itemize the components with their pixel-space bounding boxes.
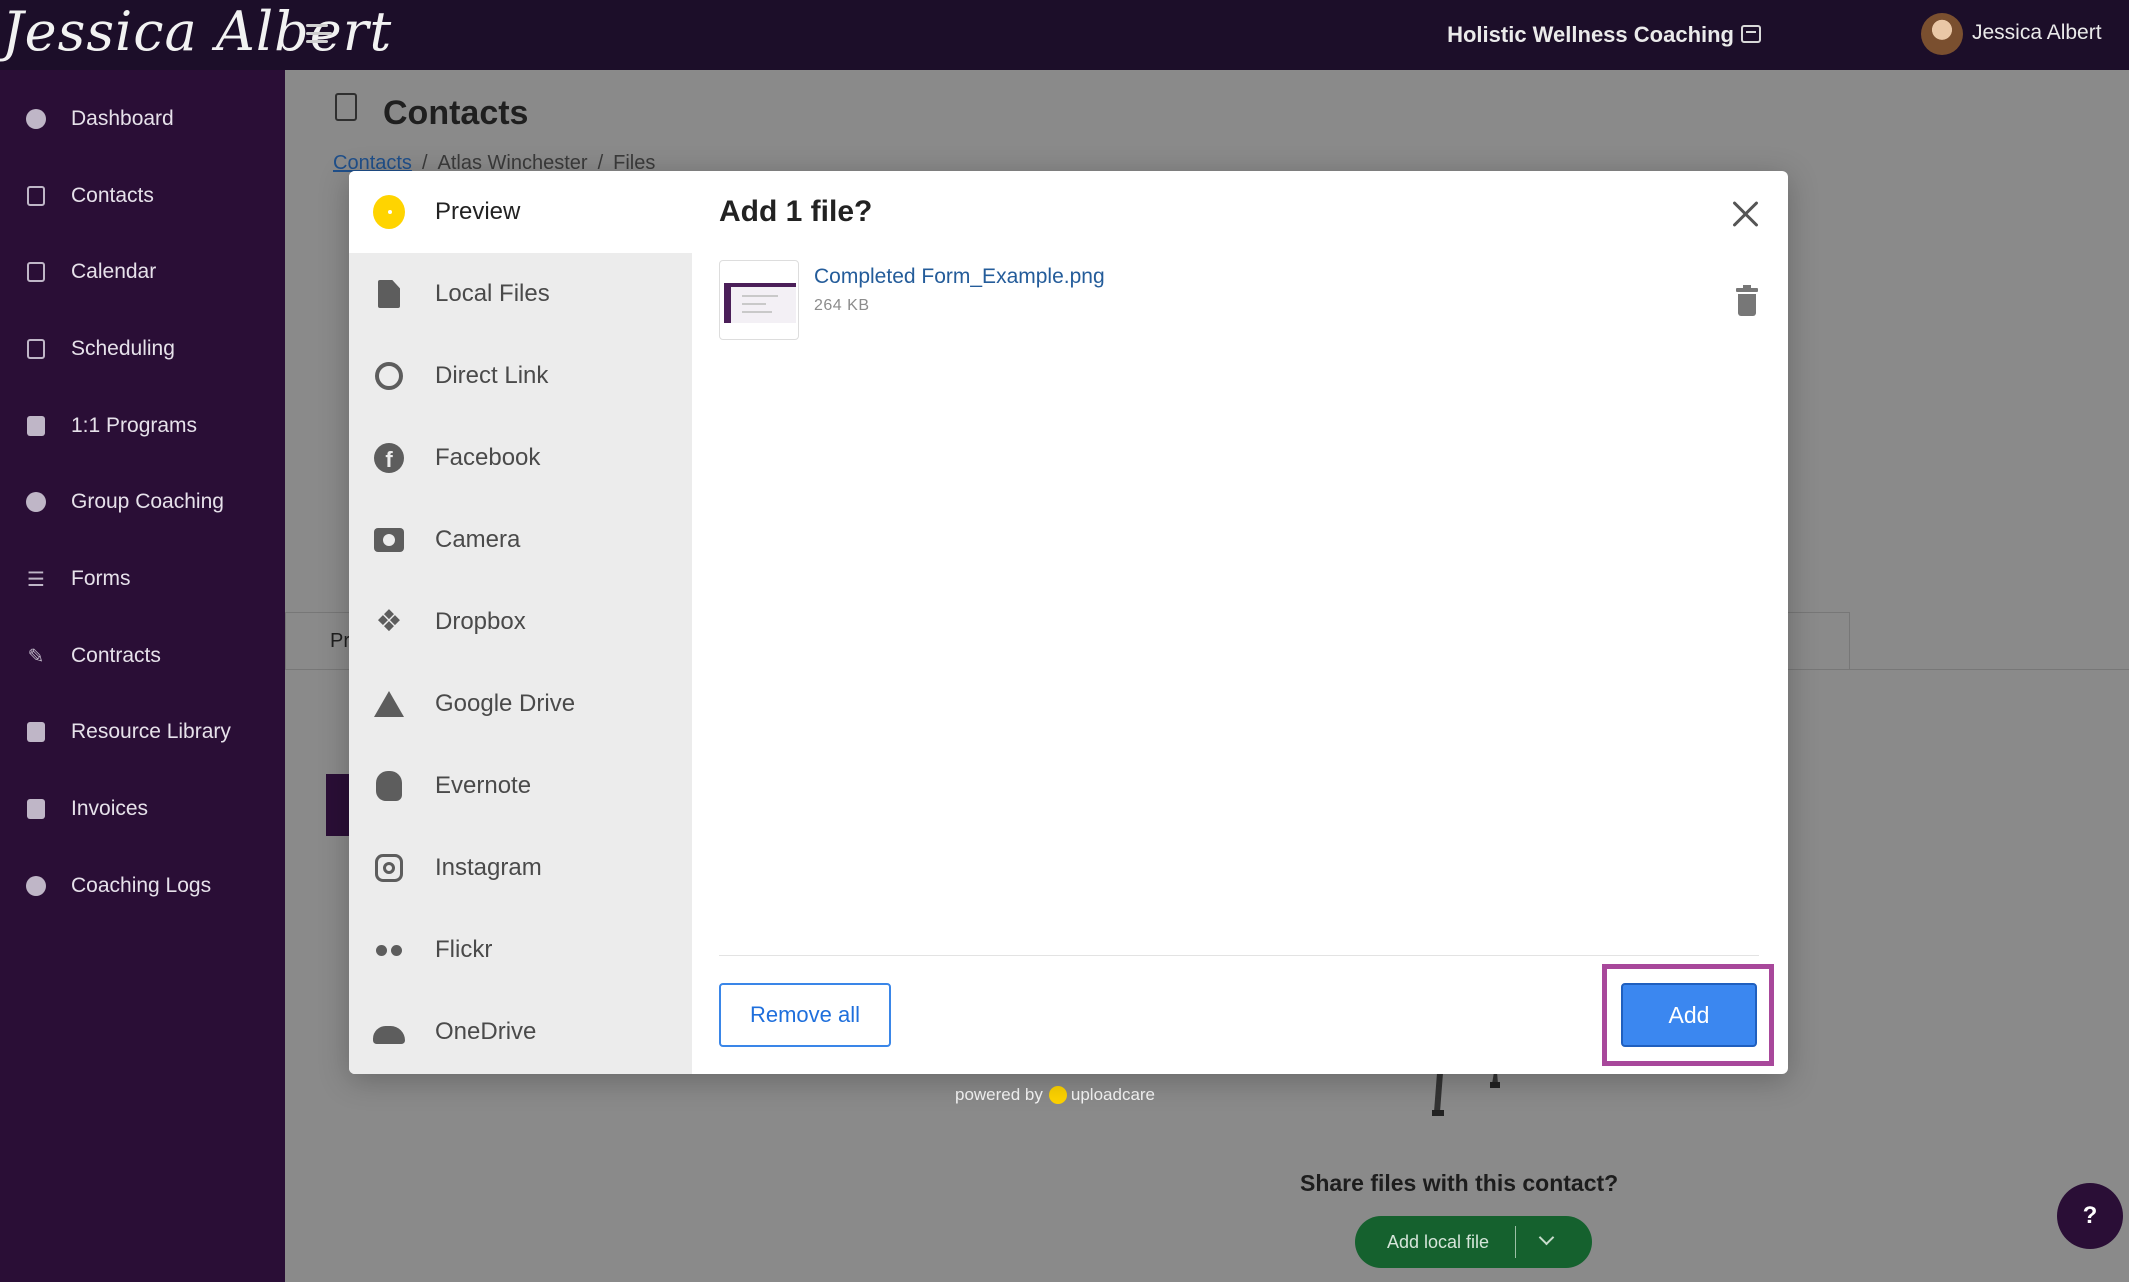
book-icon: [25, 415, 47, 437]
remove-all-button[interactable]: Remove all: [719, 983, 891, 1047]
add-local-file-button[interactable]: Add local file: [1355, 1216, 1592, 1268]
source-camera[interactable]: Camera: [349, 499, 692, 581]
brand-signature-logo[interactable]: Jessica Albert: [2, 0, 392, 70]
calendar-icon: [25, 261, 47, 283]
sidebar-item-dashboard[interactable]: Dashboard: [0, 89, 285, 149]
source-label: Preview: [435, 198, 521, 225]
preview-dot-icon: [373, 195, 405, 229]
upload-dialog: Preview Local Files Direct Link f Facebo…: [349, 171, 1788, 1074]
tab-partial-label[interactable]: Pr: [330, 630, 350, 653]
page-title: Contacts: [383, 94, 529, 132]
scheduling-icon: [25, 338, 47, 360]
source-label: OneDrive: [435, 1018, 537, 1045]
onedrive-icon: [373, 1016, 405, 1048]
share-files-heading: Share files with this contact?: [1300, 1170, 1619, 1196]
source-onedrive[interactable]: OneDrive: [349, 991, 692, 1073]
file-thumbnail: [719, 260, 799, 340]
forms-icon: ☰: [27, 568, 45, 591]
source-facebook[interactable]: f Facebook: [349, 417, 692, 499]
powered-by-label: powered by: [955, 1085, 1043, 1104]
help-button[interactable]: ?: [2057, 1183, 2123, 1249]
source-google-drive[interactable]: Google Drive: [349, 663, 692, 745]
invoice-icon: [25, 798, 47, 820]
sidebar-item-label: Calendar: [71, 260, 157, 283]
menu-toggle-icon[interactable]: [306, 24, 332, 46]
sidebar-item-label: Forms: [71, 567, 131, 590]
uploadcare-logo-icon: [1048, 1086, 1067, 1104]
sidebar-item-label: Dashboard: [71, 107, 174, 130]
library-icon: [25, 721, 47, 743]
sidebar-item-scheduling[interactable]: Scheduling: [0, 319, 285, 379]
sidebar-item-contracts[interactable]: ✎ Contracts: [0, 626, 285, 686]
button-divider: [1515, 1226, 1516, 1258]
dropbox-icon: ❖: [375, 605, 403, 638]
sidebar-item-label: Resource Library: [71, 720, 231, 743]
source-label: Instagram: [435, 854, 542, 881]
footer-divider: [719, 955, 1759, 956]
contacts-icon: [335, 93, 357, 121]
source-label: Direct Link: [435, 362, 549, 389]
sidebar-item-forms[interactable]: ☰ Forms: [0, 549, 285, 609]
source-flickr[interactable]: Flickr: [349, 909, 692, 991]
sidebar-item-invoices[interactable]: Invoices: [0, 779, 285, 839]
contacts-icon: [25, 185, 47, 207]
dialog-title: Add 1 file?: [719, 195, 873, 228]
file-size: 264 KB: [814, 297, 870, 314]
sidebar-item-resource-library[interactable]: Resource Library: [0, 702, 285, 762]
sidebar-accent-block: [326, 774, 350, 836]
trash-icon[interactable]: [1736, 285, 1758, 316]
user-name[interactable]: Jessica Albert: [1972, 21, 2102, 45]
powered-by-uploadcare[interactable]: powered by uploadcare: [955, 1085, 1155, 1105]
avatar[interactable]: [1921, 13, 1963, 55]
source-dropbox[interactable]: ❖ Dropbox: [349, 581, 692, 663]
source-label: Facebook: [435, 444, 541, 471]
sidebar-item-contacts[interactable]: Contacts: [0, 166, 285, 226]
source-label: Camera: [435, 526, 521, 553]
source-label: Local Files: [435, 280, 550, 307]
sidebar-item-label: Scheduling: [71, 337, 175, 360]
source-evernote[interactable]: Evernote: [349, 745, 692, 827]
sidebar-item-group-coaching[interactable]: Group Coaching: [0, 472, 285, 532]
briefcase-icon[interactable]: [1741, 25, 1761, 43]
contract-icon: ✎: [27, 645, 45, 668]
top-bar: Jessica Albert Holistic Wellness Coachin…: [0, 0, 2129, 70]
link-icon: [373, 360, 405, 392]
sidebar-item-label: Group Coaching: [71, 490, 224, 513]
add-local-file-label: Add local file: [1387, 1231, 1490, 1252]
source-label: Google Drive: [435, 690, 576, 717]
uploadcare-label: uploadcare: [1070, 1085, 1156, 1104]
source-label: Flickr: [435, 936, 493, 963]
organization-name[interactable]: Holistic Wellness Coaching: [1447, 22, 1734, 48]
group-icon: [25, 491, 47, 513]
camera-icon: [373, 524, 405, 556]
sidebar-item-label: Coaching Logs: [71, 874, 212, 897]
sidebar-item-label: Invoices: [71, 797, 149, 820]
close-icon[interactable]: [1731, 199, 1761, 229]
sidebar: Dashboard Contacts Calendar Scheduling 1…: [0, 70, 285, 1282]
dashboard-icon: [25, 108, 47, 130]
source-label: Dropbox: [435, 608, 526, 635]
source-label: Evernote: [435, 772, 532, 799]
file-icon: [373, 278, 405, 310]
source-instagram[interactable]: Instagram: [349, 827, 692, 909]
sidebar-item-label: Contacts: [71, 184, 154, 207]
clock-icon: [25, 875, 47, 897]
flickr-icon: [373, 934, 405, 966]
sidebar-item-label: 1:1 Programs: [71, 414, 198, 437]
source-direct-link[interactable]: Direct Link: [349, 335, 692, 417]
sidebar-item-calendar[interactable]: Calendar: [0, 242, 285, 302]
source-local-files[interactable]: Local Files: [349, 253, 692, 335]
instagram-icon: [373, 852, 405, 884]
source-preview[interactable]: Preview: [349, 171, 692, 253]
sidebar-item-programs[interactable]: 1:1 Programs: [0, 396, 285, 456]
file-name: Completed Form_Example.png: [814, 265, 1105, 288]
chevron-down-icon[interactable]: [1538, 1229, 1555, 1246]
sidebar-item-coaching-logs[interactable]: Coaching Logs: [0, 856, 285, 916]
facebook-icon: f: [373, 442, 405, 474]
upload-source-list: Preview Local Files Direct Link f Facebo…: [349, 171, 692, 1074]
sidebar-item-label: Contracts: [71, 644, 161, 667]
evernote-icon: [373, 770, 405, 802]
google-drive-icon: [373, 688, 405, 720]
add-button[interactable]: Add: [1621, 983, 1757, 1047]
